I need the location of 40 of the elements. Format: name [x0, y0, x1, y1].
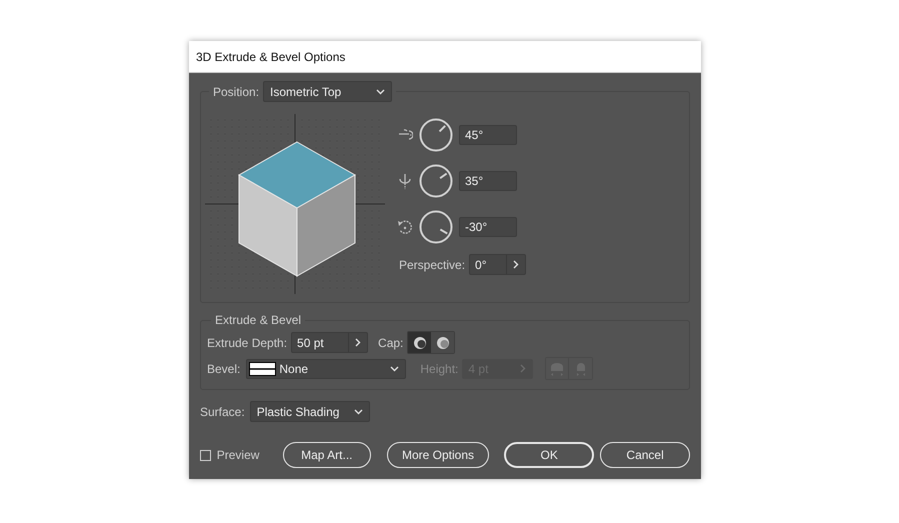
surface-label: Surface:	[200, 404, 245, 418]
position-dropdown[interactable]: Isometric Top	[263, 81, 392, 102]
perspective-label: Perspective:	[399, 258, 466, 272]
rotate-y-axis-icon	[397, 173, 413, 189]
angle-dial[interactable]	[419, 164, 453, 198]
extrude-depth-field[interactable]: 50 pt	[291, 332, 368, 353]
chevron-down-icon	[390, 366, 400, 372]
chevron-down-icon	[354, 408, 363, 414]
extrude-bevel-heading: Extrude & Bevel	[215, 313, 302, 327]
position-label: Position:	[213, 84, 260, 98]
angle-dial[interactable]	[419, 210, 453, 244]
cube-preview-drawing[interactable]	[205, 114, 385, 294]
cap-off-icon	[436, 336, 450, 350]
dialog-button[interactable]: Map Art...	[282, 442, 371, 468]
bevel-label: Bevel:	[207, 362, 240, 376]
chevron-right-icon	[520, 364, 526, 373]
angle-field[interactable]: 35°	[459, 171, 517, 191]
preview-checkbox[interactable]	[200, 450, 211, 460]
chevron-down-icon	[376, 88, 386, 94]
cap-off-button[interactable]	[431, 332, 454, 353]
dialog-button[interactable]: OK	[504, 442, 594, 468]
rotate-z-axis-icon	[397, 219, 413, 235]
chevron-right-icon	[513, 260, 520, 269]
cap-on-icon	[412, 336, 427, 350]
cap-on-button[interactable]	[408, 332, 432, 353]
dialog-button[interactable]: More Options	[386, 442, 490, 468]
angle-field[interactable]: -30°	[459, 217, 517, 237]
dialog-button[interactable]: Cancel	[600, 442, 690, 468]
angle-field[interactable]: 45°	[459, 125, 517, 145]
chevron-right-icon	[355, 338, 362, 347]
bevel-dropdown[interactable]: None	[246, 358, 406, 378]
surface-dropdown[interactable]: Plastic Shading	[250, 401, 370, 422]
bevel-out-icon	[549, 362, 566, 376]
preview-label: Preview	[216, 448, 260, 462]
angle-dial[interactable]	[419, 118, 453, 152]
cap-label: Cap:	[378, 336, 404, 350]
window-title: 3D Extrude & Bevel Options	[189, 41, 701, 73]
perspective-field[interactable]: 0°	[469, 254, 526, 275]
bevel-shape-icon	[249, 362, 276, 376]
extrude-depth-label: Extrude Depth:	[207, 336, 288, 350]
